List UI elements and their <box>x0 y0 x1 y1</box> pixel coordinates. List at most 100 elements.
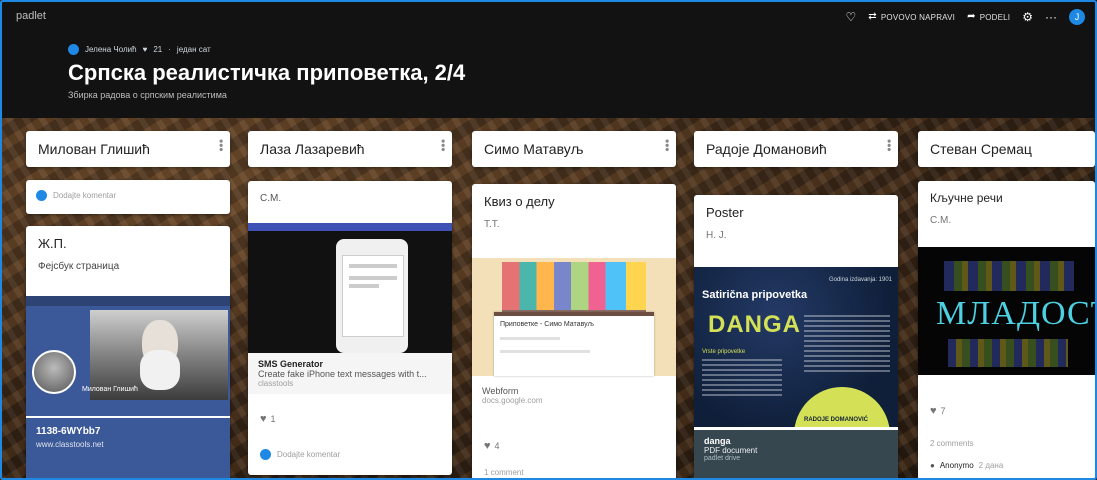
like-row[interactable]: ♥ 7 <box>918 399 958 423</box>
link-preview[interactable]: Webform docs.google.com <box>472 380 676 411</box>
column-header-matavulj[interactable]: Симо Матавуљ ••• <box>472 131 676 167</box>
fb-bar <box>26 296 230 306</box>
column-header-domanovic[interactable]: Радоје Домановић ••• <box>694 131 898 167</box>
poster-text-block <box>702 359 782 399</box>
post-title: Poster <box>706 205 744 220</box>
cloud-words <box>948 339 1068 367</box>
board-title: Српска реалистичка приповетка, 2/4 <box>68 60 466 85</box>
add-comment[interactable]: Dodajte komentar <box>26 180 230 207</box>
board-header: padlet ♡ ⇄ POVOVO NAPRAVI ➦ PODELI ⚙ ···… <box>2 2 1095 118</box>
books-illustration <box>502 262 646 316</box>
comment-prompt: Dodajte komentar <box>277 450 341 459</box>
anonymous-user-icon: ● <box>930 461 935 470</box>
post-subtitle: Фејсбук страница <box>38 261 120 272</box>
gear-icon[interactable]: ⚙ <box>1022 11 1033 23</box>
column-header-sremac[interactable]: Стеван Сремац <box>918 131 1095 167</box>
post-image[interactable] <box>248 223 452 353</box>
heart-icon[interactable]: ♥ <box>930 405 937 417</box>
form-line <box>500 337 560 340</box>
post-card-keywords[interactable]: Кључне речи С.М. МЛАДОСТ ♥ 7 2 comments … <box>918 181 1095 480</box>
link-desc: PDF document <box>704 446 758 455</box>
link-source: padlet drive <box>704 455 741 462</box>
poster-year: Godina izdavanja: 1901 <box>828 277 892 283</box>
user-avatar[interactable]: J <box>1069 9 1085 25</box>
remake-button[interactable]: ⇄ POVOVO NAPRAVI <box>868 11 955 23</box>
heart-icon[interactable]: ♥ <box>484 440 491 452</box>
form-preview: Приповетке - Симо Матавуљ <box>494 312 654 376</box>
separator: · <box>168 45 171 54</box>
header-actions: ♡ ⇄ POVOVO NAPRAVI ➦ PODELI ⚙ ··· J <box>846 9 1085 25</box>
poster-title: DANGA <box>708 311 801 338</box>
post-author: Н. Ј. <box>706 230 727 241</box>
like-count: 4 <box>494 441 500 451</box>
comments-count[interactable]: 2 comments <box>918 435 986 452</box>
link-preview[interactable]: SMS Generator Create fake iPhone text me… <box>248 353 452 394</box>
like-row[interactable]: ♥ 1 <box>248 407 288 431</box>
phone-mockup <box>336 239 408 353</box>
comment-item: ● Anonymo 2 дана <box>930 461 1003 470</box>
board-author: Јелена Чолић ♥ 21 · један сат <box>68 44 211 55</box>
column-menu-icon[interactable]: ••• <box>660 139 674 152</box>
share-label: PODELI <box>979 12 1011 22</box>
commenter-avatar <box>36 190 47 201</box>
link-url: www.classtools.net <box>36 440 104 449</box>
column-header-glisic[interactable]: Милован Глишић ••• <box>26 131 230 167</box>
share-icon: ➦ <box>967 11 976 22</box>
column-title: Симо Матавуљ <box>484 141 584 157</box>
column-header-lazarevic[interactable]: Лаза Лазаревић ••• <box>248 131 452 167</box>
post-image[interactable]: Милован Глишић <box>26 296 230 416</box>
link-preview[interactable]: 1138-6WYbb7 www.classtools.net <box>26 418 230 480</box>
post-image[interactable]: Приповетке - Симо Матавуљ <box>472 258 676 376</box>
post-author: С.М. <box>930 215 952 226</box>
cloud-words <box>944 261 1074 291</box>
form-line <box>500 350 590 353</box>
comments-count[interactable]: 1 comment <box>472 464 536 480</box>
post-title: Квиз о делу <box>484 194 555 209</box>
comment-prompt: Dodajte komentar <box>53 191 117 200</box>
phone-screen <box>342 255 404 337</box>
column-title: Милован Глишић <box>38 141 150 157</box>
poster-text-block <box>804 315 890 375</box>
like-count: 7 <box>940 406 946 416</box>
link-preview[interactable]: danga PDF document padlet drive <box>694 430 898 480</box>
site-nav-bar <box>248 223 452 231</box>
add-comment[interactable]: Dodajte komentar <box>250 443 350 466</box>
poster-sub: Vrste pripovetke <box>702 349 746 355</box>
more-icon[interactable]: ··· <box>1045 11 1057 23</box>
brand-logo[interactable]: padlet <box>16 10 46 22</box>
column-menu-icon[interactable]: ••• <box>214 139 228 152</box>
profile-name: Милован Глишић <box>82 386 138 393</box>
word-cloud-image[interactable]: МЛАДОСТ <box>918 247 1095 375</box>
link-title: Webform <box>482 386 519 396</box>
poster-image[interactable]: Godina izdavanja: 1901 Satirična pripove… <box>694 267 898 427</box>
post-card-poster[interactable]: Poster Н. Ј. Godina izdavanja: 1901 Sati… <box>694 195 898 480</box>
post-card-sms[interactable]: С.М. SMS Generator Create fake iPhone te… <box>248 181 452 475</box>
text-line <box>349 264 397 268</box>
author-name[interactable]: Јелена Чолић <box>85 45 137 54</box>
post-author: С.М. <box>260 193 282 204</box>
commenter-name: Anonymo <box>939 461 974 470</box>
column-menu-icon[interactable]: ••• <box>882 139 896 152</box>
commenter-avatar <box>260 449 271 460</box>
column-title: Стеван Сремац <box>930 141 1032 157</box>
post-card-quiz[interactable]: Квиз о делу Т.Т. Приповетке - Симо Матав… <box>472 184 676 480</box>
link-desc: Create fake iPhone text messages with t.… <box>258 369 427 379</box>
post-card-facebook[interactable]: Ж.П. Фејсбук страница Милован Глишић 113… <box>26 226 230 480</box>
post-title: Ж.П. <box>38 236 67 251</box>
poster-bottom-text: RADOJE DOMANOVIĆ <box>804 417 869 423</box>
heart-icon[interactable]: ♥ <box>260 413 267 425</box>
link-title: danga <box>704 436 731 446</box>
link-source: classtools <box>258 379 294 388</box>
author-avatar <box>68 44 79 55</box>
post-author: Т.Т. <box>484 219 500 230</box>
heart-icon[interactable]: ♡ <box>846 11 857 23</box>
like-row[interactable]: ♥ 4 <box>472 434 512 458</box>
text-line <box>349 276 397 280</box>
remake-label: POVOVO NAPRAVI <box>880 12 956 22</box>
comment-card[interactable]: Dodajte komentar <box>26 180 230 214</box>
column-title: Радоје Домановић <box>706 141 827 157</box>
column-menu-icon[interactable]: ••• <box>436 139 450 152</box>
board-likes: 21 <box>153 45 163 54</box>
share-button[interactable]: ➦ PODELI <box>967 11 1010 23</box>
remake-icon: ⇄ <box>868 11 877 22</box>
